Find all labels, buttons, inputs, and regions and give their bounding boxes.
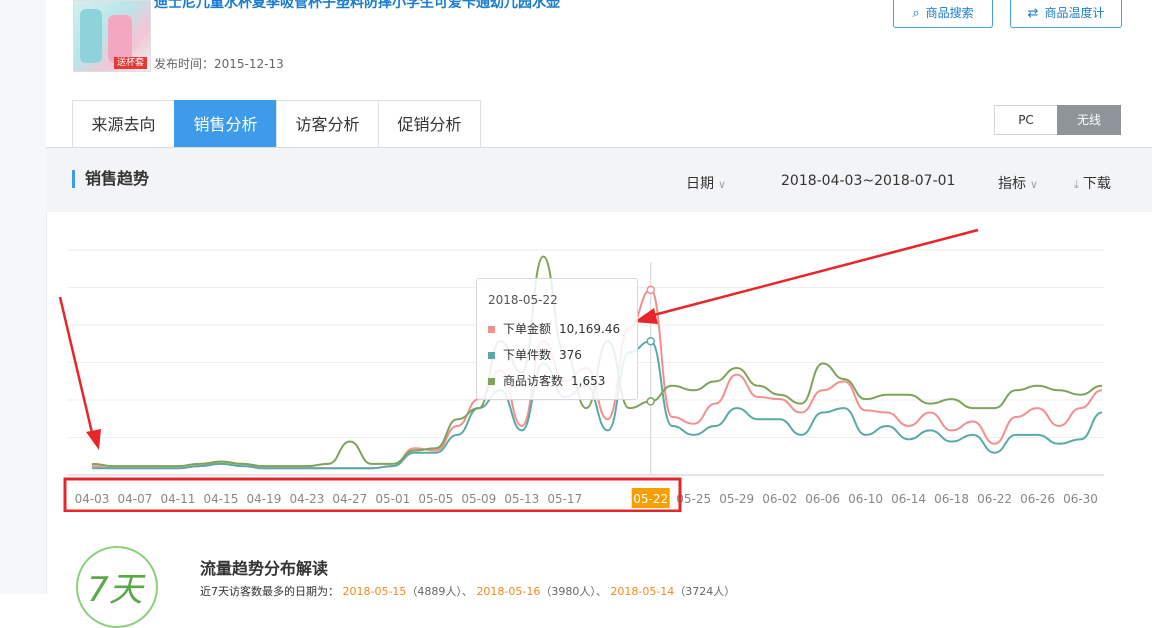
x-tick-label: 05-09 <box>461 492 496 506</box>
tooltip-date: 2018-05-22 <box>488 293 558 307</box>
metric-dropdown[interactable]: 指标 ∨ <box>998 173 1038 193</box>
seven-day-badge-text: 7天 <box>87 570 143 610</box>
tab-promotion[interactable]: 促销分析 <box>378 100 481 149</box>
interpretation-text: 近7天访客数最多的日期为： 2018-05-15（4889人）、 2018-05… <box>200 583 735 599</box>
tab-source[interactable]: 来源去向 <box>72 100 175 149</box>
x-tick-label: 06-30 <box>1063 492 1098 506</box>
tooltip-value: 1,653 <box>571 374 606 388</box>
search-icon: ⌕ <box>912 6 920 21</box>
product-title[interactable]: 迪士尼儿童水杯夏季吸管杯子塑料防摔小学生可爱卡通幼儿园水壶 <box>154 0 560 12</box>
x-tick-label: 05-05 <box>418 492 453 506</box>
swap-icon: ⇄ <box>1027 6 1039 21</box>
download-label: 下载 <box>1082 176 1111 192</box>
interpretation-title: 流量趋势分布解读 <box>200 559 329 578</box>
trend-title: 销售趋势 <box>72 170 149 188</box>
visitor-count: （3724人） <box>674 585 736 598</box>
x-tick-label: 04-03 <box>75 492 110 506</box>
interpretation-lead: 近7天访客数最多的日期为： <box>200 585 339 598</box>
tooltip-row: 商品访客数 1,653 <box>488 372 605 389</box>
annotation-arrow-head <box>86 429 101 450</box>
chevron-down-icon: ∨ <box>718 178 727 191</box>
tooltip-series-name: 商品访客数 <box>503 374 564 388</box>
x-tick-label: 04-27 <box>332 492 367 506</box>
annotation-arrow-shaft <box>58 296 95 438</box>
x-tick-label: 06-10 <box>848 492 883 506</box>
device-toggle: PC 无线 <box>994 105 1121 135</box>
top-date[interactable]: 2018-05-15 <box>343 585 407 598</box>
top-date[interactable]: 2018-05-16 <box>476 585 540 598</box>
tooltip-series-name: 下单件数 <box>503 348 552 362</box>
top-date[interactable]: 2018-05-14 <box>610 585 674 598</box>
x-tick-label: 04-19 <box>246 492 281 506</box>
x-tick-label: 06-14 <box>891 492 926 506</box>
x-tick-label: 05-01 <box>375 492 410 506</box>
x-tick-label: 04-23 <box>289 492 324 506</box>
x-tick-label: 04-07 <box>118 492 153 506</box>
chevron-down-icon: ∨ <box>1030 178 1039 191</box>
x-tick-label: 06-06 <box>805 492 840 506</box>
tooltip-row: 下单件数 376 <box>488 346 582 363</box>
x-tick-label: 05-22 <box>633 492 668 506</box>
thumb-tag: 送杯套 <box>113 57 147 69</box>
tooltip-series-name: 下单金额 <box>503 322 552 336</box>
bottle-image <box>108 15 132 63</box>
tab-sales[interactable]: 销售分析 <box>174 100 277 149</box>
visitor-count: （4889人）、 <box>406 585 473 598</box>
device-pc-button[interactable]: PC <box>994 105 1058 135</box>
tooltip-row: 下单金额 10,169.46 <box>488 320 620 337</box>
metric-label: 指标 <box>998 176 1026 192</box>
x-tick-label: 06-26 <box>1020 492 1055 506</box>
analysis-tabs: 来源去向 销售分析 访客分析 促销分析 <box>72 100 481 149</box>
trend-header: 销售趋势 日期 ∨ 2018-04-03~2018-07-01 指标 ∨ ⤓ 下载 <box>46 148 1152 212</box>
red-highlight-box <box>63 477 682 512</box>
date-range[interactable]: 2018-04-03~2018-07-01 <box>781 173 955 189</box>
interpretation-section: 7天 流量趋势分布解读 近7天访客数最多的日期为： 2018-05-15（488… <box>46 520 1152 628</box>
x-tick-label: 05-29 <box>719 492 754 506</box>
tab-visitors[interactable]: 访客分析 <box>276 100 379 149</box>
bottle-image <box>80 9 102 63</box>
series-swatch <box>488 378 495 385</box>
date-label: 日期 <box>686 176 714 192</box>
device-wireless-button[interactable]: 无线 <box>1057 105 1121 135</box>
data-point <box>646 336 655 346</box>
download-button[interactable]: ⤓ 下载 <box>1074 173 1111 193</box>
x-tick-label: 06-02 <box>762 492 797 506</box>
date-dropdown[interactable]: 日期 ∨ <box>686 173 726 193</box>
visitor-count: （3980人）、 <box>540 585 607 598</box>
x-tick-label: 05-17 <box>547 492 582 506</box>
x-tick-label: 05-13 <box>504 492 539 506</box>
x-tick-label: 04-11 <box>161 492 196 506</box>
publish-date-value: 2015-12-13 <box>214 57 284 71</box>
product-search-button[interactable]: ⌕ 商品搜索 <box>893 0 993 28</box>
x-tick-label: 04-15 <box>203 492 238 506</box>
x-tick-label: 06-18 <box>934 492 969 506</box>
product-search-label: 商品搜索 <box>925 6 974 20</box>
x-tick-label: 06-22 <box>977 492 1012 506</box>
data-point <box>646 397 655 406</box>
annotation-arrow-shaft <box>649 228 979 318</box>
tooltip-value: 10,169.46 <box>559 322 621 336</box>
chart-tooltip: 2018-05-22 下单金额 10,169.46 下单件数 376 商品访客数 1,… <box>476 278 638 400</box>
series-swatch <box>488 352 495 359</box>
series-swatch <box>488 326 495 333</box>
tooltip-value: 376 <box>559 348 582 362</box>
product-thumbnail[interactable]: 送杯套 <box>73 0 151 72</box>
product-thermometer-label: 商品温度计 <box>1044 6 1105 20</box>
product-thermometer-button[interactable]: ⇄ 商品温度计 <box>1010 0 1122 28</box>
download-icon: ⤓ <box>1074 178 1079 191</box>
publish-date: 发布时间：2015-12-13 <box>154 55 284 72</box>
publish-label: 发布时间： <box>154 57 215 71</box>
data-point <box>646 285 655 295</box>
